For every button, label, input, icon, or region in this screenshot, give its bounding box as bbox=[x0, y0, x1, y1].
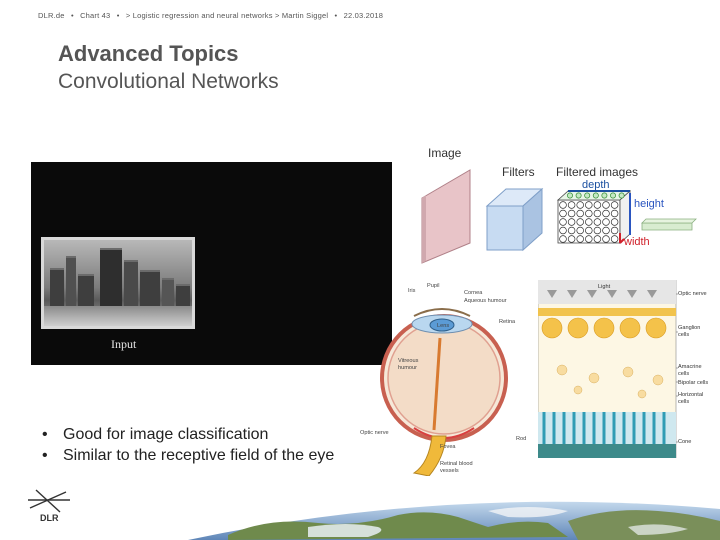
feature-map-cell bbox=[559, 209, 567, 218]
feature-map-top-cell bbox=[592, 192, 599, 199]
filters-diagram: Image Filters Filtered images depth heig… bbox=[410, 143, 710, 265]
header-chart: Chart 43 bbox=[80, 11, 111, 20]
feature-map-cell bbox=[602, 209, 610, 218]
feature-map-cell bbox=[576, 209, 584, 218]
feature-map-cell bbox=[585, 209, 593, 218]
title-block: Advanced Topics Convolutional Networks bbox=[58, 40, 279, 96]
retina-optic-nerve-label: Optic nerve bbox=[678, 291, 707, 297]
ganglion-label: Ganglion cells bbox=[678, 325, 701, 338]
feature-map-cell bbox=[610, 235, 619, 243]
feature-map-cell bbox=[559, 226, 567, 235]
feature-map-cell bbox=[585, 218, 593, 226]
feature-map-cell bbox=[610, 209, 619, 218]
eye-graphic bbox=[380, 308, 508, 476]
feature-map-cell bbox=[593, 235, 602, 243]
feature-map-top-cell bbox=[575, 192, 582, 199]
feature-map-cell bbox=[610, 218, 619, 226]
feature-map-cell bbox=[567, 235, 576, 243]
photo-caption: Input bbox=[111, 337, 137, 351]
header-presentation: > Logistic regression and neural network… bbox=[125, 11, 329, 20]
dlr-logo-text: DLR bbox=[40, 513, 59, 523]
header-separator: • bbox=[334, 11, 338, 20]
amacrine-label: Amacrine cells bbox=[678, 364, 702, 377]
feature-map-cell bbox=[559, 201, 567, 209]
eye-diagram bbox=[374, 278, 538, 476]
input-photo: Input bbox=[31, 162, 392, 365]
feature-map-top-cell bbox=[584, 192, 591, 199]
bullet-item: Similar to the receptive field of the ey… bbox=[42, 445, 334, 466]
feature-map-cell bbox=[593, 201, 602, 209]
feature-map-top-cell bbox=[601, 192, 608, 199]
feature-map-cell bbox=[585, 201, 593, 209]
feature-map-cell bbox=[602, 218, 610, 226]
header-separator: • bbox=[70, 11, 74, 20]
width-label: width bbox=[624, 236, 650, 248]
feature-map-cell bbox=[602, 235, 610, 243]
feature-map-cell bbox=[567, 201, 576, 209]
feature-map-cell bbox=[567, 218, 576, 226]
slide-header: DLR.de • Chart 43 • > Logistic regressio… bbox=[38, 11, 387, 20]
header-site: DLR.de bbox=[38, 11, 65, 20]
feature-map-cell bbox=[610, 201, 619, 209]
cone-label: Cone bbox=[678, 439, 692, 445]
earth-image bbox=[188, 497, 720, 540]
feature-map-cell bbox=[602, 226, 610, 235]
bullet-list: Good for image classification Similar to… bbox=[42, 424, 334, 466]
horizontal-label: Horizontal cells bbox=[678, 392, 704, 405]
retina-diagram: Light Optic nerve Ganglion cells Amacrin… bbox=[538, 280, 714, 458]
header-separator: • bbox=[116, 11, 120, 20]
feature-map-cell bbox=[559, 218, 567, 226]
feature-map-top-cell bbox=[618, 192, 625, 199]
filters-graphic bbox=[421, 169, 697, 264]
feature-map-cell bbox=[559, 235, 567, 243]
feature-map-cell bbox=[576, 218, 584, 226]
feature-map-cell bbox=[585, 235, 593, 243]
feature-map-cell bbox=[576, 226, 584, 235]
feature-map-cell bbox=[610, 226, 619, 235]
feature-map-cell bbox=[593, 218, 602, 226]
light-label: Light bbox=[598, 284, 611, 290]
earth-graphic bbox=[188, 501, 720, 540]
slide-title: Advanced Topics bbox=[58, 41, 239, 66]
feature-map-cell bbox=[576, 235, 584, 243]
feature-map-cell bbox=[585, 226, 593, 235]
height-label: height bbox=[634, 198, 664, 210]
feature-map-top-cell bbox=[567, 192, 573, 199]
city-photo bbox=[41, 237, 195, 329]
dlr-logo: DLR bbox=[26, 486, 74, 524]
feature-map-cell bbox=[567, 209, 576, 218]
feature-map-top-cell bbox=[610, 192, 616, 199]
feature-map-cell bbox=[602, 201, 610, 209]
bipolar-label: Bipolar cells bbox=[678, 380, 709, 386]
feature-map-cell bbox=[593, 226, 602, 235]
depth-label: depth bbox=[582, 179, 610, 191]
header-date: 22.03.2018 bbox=[343, 11, 384, 20]
feature-map-cell bbox=[567, 226, 576, 235]
feature-map-cell bbox=[593, 209, 602, 218]
feature-map-cell bbox=[576, 201, 584, 209]
slide-subtitle: Convolutional Networks bbox=[58, 70, 279, 93]
dlr-logo-icon: DLR bbox=[28, 489, 70, 523]
bullet-item: Good for image classification bbox=[42, 424, 334, 445]
